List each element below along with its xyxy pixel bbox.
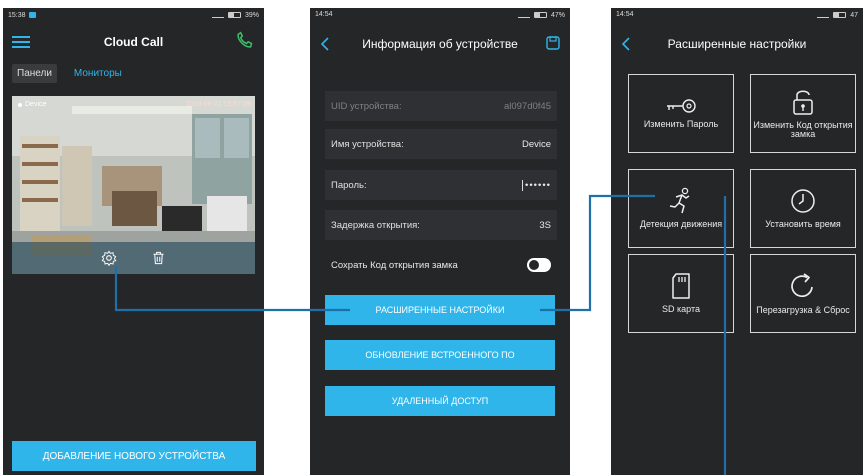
trash-icon[interactable] [151, 250, 166, 266]
status-bar: 14:54 47 [611, 8, 863, 22]
change-lock-code-label: Изменить Код открытия замка [753, 119, 853, 139]
key-icon [667, 99, 696, 113]
hamburger-menu-icon[interactable] [12, 36, 30, 48]
sd-card-tile[interactable]: SD карта [628, 254, 734, 333]
remote-access-button[interactable]: УДАЛЕННЫЙ ДОСТУП [325, 386, 555, 416]
change-password-tile[interactable]: Изменить Пароль [628, 74, 734, 153]
password-label: Пароль: [331, 179, 367, 191]
camera-name: Device [18, 101, 46, 108]
status-time: 15:38 [8, 11, 26, 19]
uid-label: UID устройства: [331, 100, 402, 112]
notification-icon [28, 12, 36, 18]
status-time: 14:54 [315, 11, 333, 18]
advanced-settings-button[interactable]: РАСШИРЕННЫЕ НАСТРОЙКИ [325, 295, 555, 325]
battery-level: 39% [244, 11, 259, 19]
open-delay-field[interactable]: Задержка открытия: 3S [325, 210, 557, 240]
battery-icon [533, 12, 547, 18]
live-dot-icon [18, 102, 22, 107]
signal-icon [517, 12, 530, 18]
battery-level: 47 [850, 11, 858, 19]
refresh-icon [791, 273, 813, 298]
page-title: Расширенные настройки [667, 37, 807, 51]
reboot-reset-label: Перезагрузка & Сброс [756, 305, 850, 316]
change-password-label: Изменить Пароль [643, 119, 719, 130]
camera-timestamp: 2018-06-21 15:57:09 [186, 101, 251, 108]
battery-level: 47% [550, 11, 565, 19]
app-header: Cloud Call [3, 24, 264, 60]
signal-icon [211, 12, 224, 18]
motion-detection-tile[interactable]: Детекция движения [628, 169, 734, 248]
motion-detection-label: Детекция движения [639, 219, 723, 230]
device-name-field[interactable]: Имя устройства: Device [325, 129, 557, 159]
uid-field: UID устройства: al097d0f45 [325, 91, 557, 121]
status-bar: 15:38 39% [3, 8, 264, 22]
screen-header: Информация об устройстве [310, 24, 570, 64]
app-title: Cloud Call [103, 35, 164, 49]
camera-preview[interactable]: Device 2018-06-21 15:57:09 [12, 96, 255, 274]
device-name-label: Имя устройства: [331, 138, 404, 150]
phone-screen-advanced-settings: 14:54 47 Расширенные настройки Изменить … [611, 8, 863, 475]
sd-card-label: SD карта [662, 304, 700, 315]
running-man-icon [669, 188, 690, 214]
camera-name-label: Device [25, 101, 47, 108]
change-lock-code-tile[interactable]: Изменить Код открытия замка [750, 74, 856, 153]
device-name-value[interactable]: Device [522, 139, 551, 150]
password-field[interactable]: Пароль: •••••• [325, 170, 557, 200]
back-arrow-icon[interactable] [320, 36, 330, 52]
firmware-update-button[interactable]: ОБНОВЛЕНИЕ ВСТРОЕННОГО ПО [325, 340, 555, 370]
save-lock-code-toggle[interactable] [527, 258, 551, 272]
phone-screen-device-info: 14:54 47% Информация об устройстве UID у… [310, 8, 570, 475]
open-delay-value[interactable]: 3S [539, 220, 551, 231]
settings-gear-icon[interactable] [101, 250, 117, 266]
battery-icon [227, 12, 241, 18]
camera-actions [12, 242, 255, 274]
status-time: 14:54 [616, 11, 634, 18]
set-time-label: Установить время [765, 219, 841, 230]
clock-icon [791, 189, 815, 214]
tab-monitors[interactable]: Мониторы [69, 64, 127, 83]
page-title: Информация об устройстве [362, 37, 518, 51]
tab-bar: Панели Мониторы [12, 64, 127, 83]
battery-icon [833, 12, 847, 18]
status-bar: 14:54 47% [310, 8, 570, 22]
phone-call-icon[interactable] [234, 31, 254, 51]
add-device-button[interactable]: ДОБАВЛЕНИЕ НОВОГО УСТРОЙСТВА [12, 441, 256, 471]
save-icon[interactable] [546, 36, 560, 50]
uid-value: al097d0f45 [503, 100, 551, 112]
save-lock-code-label: Сохрать Код открытия замка [331, 259, 458, 271]
unlock-icon [793, 90, 813, 115]
open-delay-label: Задержка открытия: [331, 219, 420, 231]
password-value[interactable]: •••••• [522, 179, 551, 191]
back-arrow-icon[interactable] [621, 36, 631, 52]
phone-screen-monitors: 15:38 39% Cloud Call Панели Мониторы Dev… [3, 8, 264, 475]
set-time-tile[interactable]: Установить время [750, 169, 856, 248]
reboot-reset-tile[interactable]: Перезагрузка & Сброс [750, 254, 856, 333]
save-lock-code-row: Сохрать Код открытия замка [325, 254, 557, 276]
signal-icon [817, 12, 830, 18]
sd-card-icon [672, 273, 690, 300]
screen-header: Расширенные настройки [611, 24, 863, 64]
tab-panels[interactable]: Панели [12, 64, 57, 83]
